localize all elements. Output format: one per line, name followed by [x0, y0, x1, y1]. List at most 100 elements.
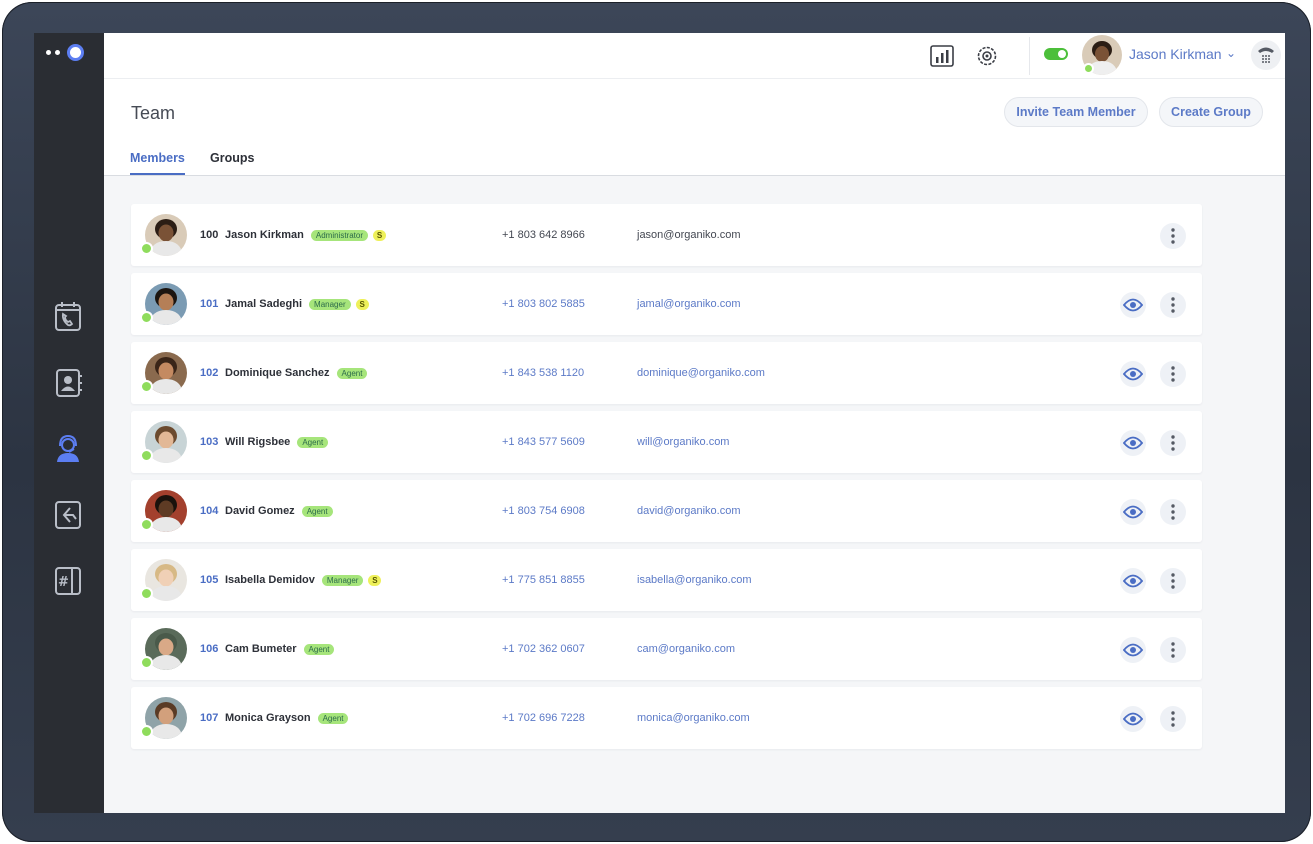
member-name: David Gomez	[225, 505, 295, 517]
member-name: Cam Bumeter	[225, 643, 297, 655]
eye-icon	[1123, 712, 1143, 726]
member-phone: +1 843 538 1120	[502, 367, 585, 379]
availability-toggle[interactable]	[1044, 48, 1068, 60]
settings-button[interactable]	[974, 43, 1000, 69]
eye-icon	[1123, 367, 1143, 381]
view-member-button[interactable]	[1120, 706, 1146, 732]
member-phone: +1 803 754 6908	[502, 505, 585, 517]
member-phone: +1 702 362 0607	[502, 643, 585, 655]
online-status-dot	[140, 242, 153, 255]
member-row[interactable]: 105 Isabella Demidov Manager S +1 775 85…	[131, 549, 1202, 611]
more-vertical-icon	[1171, 228, 1175, 244]
view-member-button[interactable]	[1120, 499, 1146, 525]
member-extension: 103	[200, 436, 219, 448]
more-vertical-icon	[1171, 297, 1175, 313]
more-options-button[interactable]	[1160, 568, 1186, 594]
member-phone: +1 803 642 8966	[502, 229, 585, 241]
page-header: Team Invite Team Member Create Group Mem…	[104, 79, 1285, 176]
member-extension: 106	[200, 643, 219, 655]
eye-icon	[1123, 436, 1143, 450]
sidebar-item-calls[interactable]	[53, 301, 83, 333]
sidebar-item-routing[interactable]	[53, 499, 83, 531]
more-vertical-icon	[1171, 642, 1175, 658]
create-group-button[interactable]: Create Group	[1159, 97, 1263, 127]
sidebar-item-numbers[interactable]: #	[53, 565, 83, 597]
member-row[interactable]: 103 Will Rigsbee Agent +1 843 577 5609 w…	[131, 411, 1202, 473]
user-online-status	[1083, 63, 1094, 74]
invite-team-member-button[interactable]: Invite Team Member	[1004, 97, 1148, 127]
phone-number-icon: #	[55, 567, 81, 595]
supervisor-badge: S	[355, 299, 369, 310]
more-vertical-icon	[1171, 504, 1175, 520]
contacts-icon	[56, 369, 82, 397]
online-status-dot	[140, 449, 153, 462]
eye-icon	[1123, 298, 1143, 312]
view-member-button[interactable]	[1120, 568, 1146, 594]
view-member-button[interactable]	[1120, 361, 1146, 387]
logo-dot	[46, 49, 51, 55]
eye-icon	[1123, 574, 1143, 588]
device-frame: # Jason Kirkman ⌄ Team Invite Team Membe…	[2, 2, 1311, 842]
member-name: Will Rigsbee	[225, 436, 291, 448]
member-email: monica@organiko.com	[637, 712, 750, 724]
user-name[interactable]: Jason Kirkman	[1129, 46, 1222, 62]
role-badge: Manager	[309, 299, 351, 310]
member-extension: 102	[200, 367, 219, 379]
member-row[interactable]: 106 Cam Bumeter Agent +1 702 362 0607 ca…	[131, 618, 1202, 680]
app-screen: # Jason Kirkman ⌄ Team Invite Team Membe…	[34, 33, 1285, 813]
more-vertical-icon	[1171, 435, 1175, 451]
more-options-button[interactable]	[1160, 223, 1186, 249]
tab-members[interactable]: Members	[130, 151, 185, 175]
more-options-button[interactable]	[1160, 430, 1186, 456]
member-name: Jason Kirkman	[225, 229, 304, 241]
role-badge: Administrator	[310, 230, 368, 241]
sidebar-item-team[interactable]	[53, 433, 83, 465]
top-bar: Jason Kirkman ⌄	[104, 33, 1285, 79]
member-name: Dominique Sanchez	[225, 367, 330, 379]
member-name: Jamal Sadeghi	[225, 298, 303, 310]
role-badge: Agent	[297, 437, 329, 448]
member-phone: +1 702 696 7228	[502, 712, 585, 724]
view-member-button[interactable]	[1120, 430, 1146, 456]
analytics-button[interactable]	[929, 43, 955, 69]
tab-groups[interactable]: Groups	[210, 151, 254, 165]
member-row[interactable]: 107 Monica Grayson Agent +1 702 696 7228…	[131, 687, 1202, 749]
more-options-button[interactable]	[1160, 637, 1186, 663]
view-member-button[interactable]	[1120, 637, 1146, 663]
chevron-down-icon[interactable]: ⌄	[1226, 46, 1236, 60]
member-phone: +1 775 851 8855	[502, 574, 585, 586]
app-logo[interactable]	[46, 42, 90, 62]
member-email: will@organiko.com	[637, 436, 730, 448]
supervisor-badge: S	[368, 575, 382, 586]
sidebar-item-contacts[interactable]	[53, 367, 83, 399]
member-row[interactable]: 102 Dominique Sanchez Agent +1 843 538 1…	[131, 342, 1202, 404]
member-extension: 101	[200, 298, 219, 310]
gear-icon	[977, 46, 997, 66]
logo-dot	[55, 49, 60, 55]
dialpad-button[interactable]	[1251, 40, 1281, 70]
member-email: cam@organiko.com	[637, 643, 735, 655]
member-row[interactable]: 100 Jason Kirkman Administrator S +1 803…	[131, 204, 1202, 266]
member-email: jason@organiko.com	[637, 229, 741, 241]
supervisor-badge: S	[373, 230, 386, 241]
member-row[interactable]: 104 David Gomez Agent +1 803 754 6908 da…	[131, 480, 1202, 542]
member-email: jamal@organiko.com	[637, 298, 741, 310]
eye-icon	[1123, 643, 1143, 657]
member-email: isabella@organiko.com	[637, 574, 752, 586]
member-extension: 100	[200, 229, 219, 241]
more-vertical-icon	[1171, 573, 1175, 589]
view-member-button[interactable]	[1120, 292, 1146, 318]
more-options-button[interactable]	[1160, 361, 1186, 387]
online-status-dot	[140, 518, 153, 531]
more-options-button[interactable]	[1160, 292, 1186, 318]
more-options-button[interactable]	[1160, 499, 1186, 525]
member-list: 100 Jason Kirkman Administrator S +1 803…	[131, 204, 1202, 756]
eye-icon	[1123, 505, 1143, 519]
page-title: Team	[131, 103, 176, 123]
more-options-button[interactable]	[1160, 706, 1186, 732]
member-email: dominique@organiko.com	[637, 367, 765, 379]
routing-icon	[55, 501, 81, 529]
topbar-divider	[1029, 37, 1030, 75]
member-row[interactable]: 101 Jamal Sadeghi Manager S +1 803 802 5…	[131, 273, 1202, 335]
member-name: Monica Grayson	[225, 712, 311, 724]
